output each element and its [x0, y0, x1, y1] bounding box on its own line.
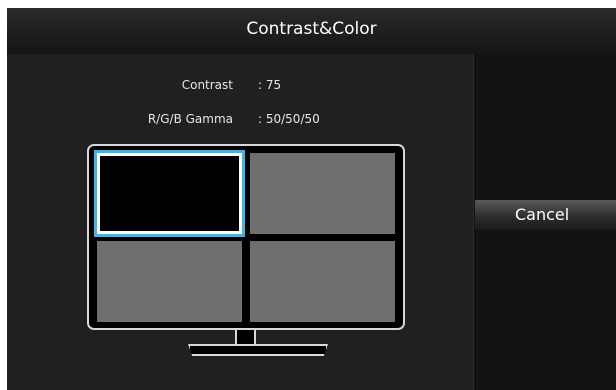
gamma-value: : 50/50/50: [258, 112, 320, 126]
monitor-stand-neck: [235, 330, 256, 344]
contrast-value: : 75: [258, 78, 282, 92]
page-title: Contrast&Color: [246, 19, 377, 39]
gamma-label: R/G/B Gamma: [147, 112, 233, 126]
osd-window: Contrast&Color Contrast : 75 R/G/B Gamma…: [7, 8, 616, 390]
preview-cell[interactable]: [250, 241, 395, 322]
contrast-label: Contrast: [181, 78, 233, 92]
monitor-preview: [87, 144, 405, 330]
title-bar: Contrast&Color: [7, 8, 616, 55]
preview-cell[interactable]: [250, 153, 395, 234]
preview-cell[interactable]: [97, 241, 242, 322]
monitor-stand-base: [188, 344, 328, 356]
preview-cell-selected[interactable]: [97, 153, 242, 234]
cancel-button[interactable]: Cancel: [475, 200, 616, 230]
